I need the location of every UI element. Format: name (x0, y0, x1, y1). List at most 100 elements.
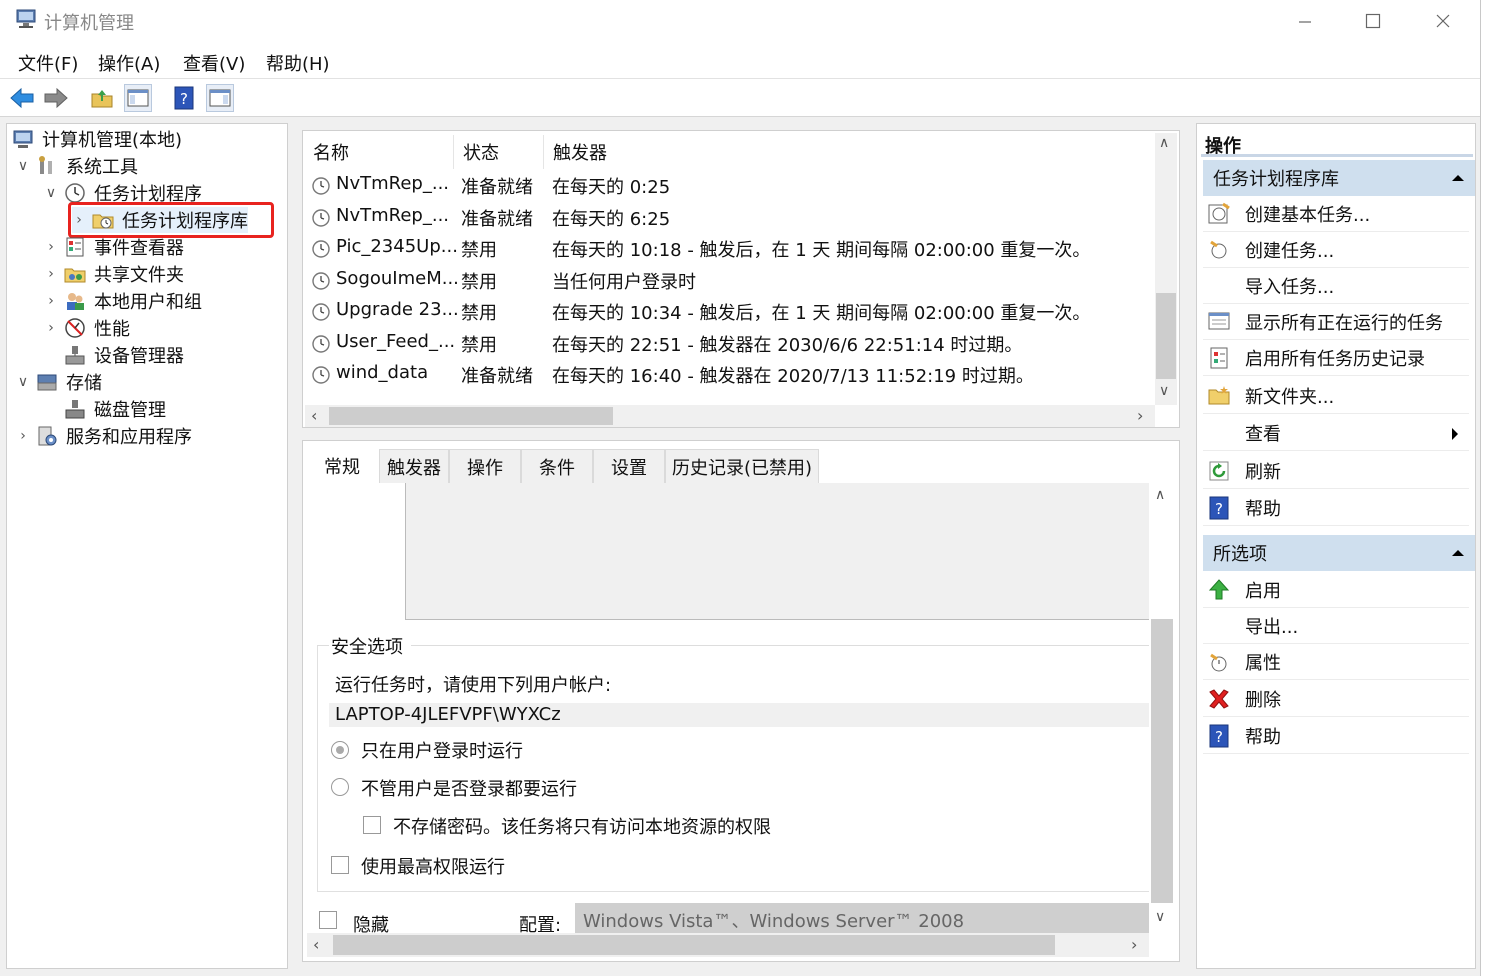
radio-run-only-logged-on[interactable] (331, 741, 349, 759)
tree-item-services-applications[interactable]: › 服务和应用程序 (16, 423, 192, 449)
task-trigger: 当任何用户登录时 (552, 272, 696, 293)
action-enable[interactable]: 启用 (1203, 572, 1469, 608)
action-export[interactable]: 导出... (1203, 608, 1469, 644)
maximize-button[interactable] (1350, 6, 1396, 36)
action-pane-icon (209, 89, 231, 107)
close-button[interactable] (1420, 6, 1466, 36)
table-row[interactable]: SogouImeM... 禁用 当任何用户登录时 (303, 265, 1153, 295)
table-row[interactable]: NvTmRep_... 准备就绪 在每天的 6:25 (303, 202, 1153, 232)
tree-item-performance[interactable]: › 性能 (44, 315, 130, 341)
chevron-right-icon[interactable]: › (44, 266, 58, 282)
scroll-down-icon[interactable]: ∨ (1159, 383, 1169, 399)
section-task-scheduler-library[interactable]: 任务计划程序库 (1203, 160, 1475, 196)
scrollbar-thumb[interactable] (329, 407, 613, 425)
tree-item-computer-management[interactable]: 计算机管理(本地) (12, 126, 182, 152)
tree-item-disk-management[interactable]: 磁盘管理 (64, 396, 166, 422)
chevron-right-icon[interactable]: › (44, 293, 58, 309)
security-options-title: 安全选项 (331, 637, 403, 658)
details-vertical-scrollbar[interactable]: ∧ ∨ (1149, 483, 1173, 933)
radio-run-whether-logged-on-label: 不管用户是否登录都要运行 (361, 779, 577, 800)
configure-for-select[interactable]: Windows Vista™、Windows Server™ 2008 (575, 903, 1149, 933)
action-create-basic-task[interactable]: 创建基本任务... (1203, 196, 1469, 232)
menu-view[interactable]: 查看(V) (183, 50, 245, 76)
chevron-right-icon[interactable]: › (16, 428, 30, 444)
scrollbar-thumb[interactable] (1151, 619, 1173, 903)
back-button[interactable] (8, 84, 36, 112)
action-help[interactable]: ? 帮助 (1203, 490, 1469, 526)
action-import-task[interactable]: 导入任务... (1203, 268, 1469, 304)
description-box[interactable] (405, 483, 1150, 620)
show-hide-action-pane-button[interactable] (206, 84, 234, 112)
scroll-up-icon[interactable]: ∧ (1159, 135, 1169, 151)
minimize-button[interactable] (1282, 6, 1328, 36)
chevron-right-icon[interactable]: › (44, 239, 58, 255)
column-header-trigger[interactable]: 触发器 (553, 139, 607, 165)
checkbox-hidden[interactable] (319, 911, 337, 929)
up-folder-button[interactable] (88, 84, 116, 112)
collapse-icon[interactable] (1451, 549, 1465, 557)
checkbox-highest-privileges[interactable] (331, 856, 349, 874)
help-toolbar-button[interactable]: ? (170, 84, 198, 112)
chevron-down-icon[interactable]: ∨ (16, 158, 30, 174)
menu-help[interactable]: 帮助(H) (266, 50, 330, 76)
tab-general[interactable]: 常规 (307, 449, 377, 483)
tree-item-system-tools[interactable]: ∨ 系统工具 (16, 153, 138, 179)
tab-history[interactable]: 历史记录(已禁用) (665, 449, 819, 483)
table-row[interactable]: NvTmRep_... 准备就绪 在每天的 0:25 (303, 170, 1153, 200)
action-new-folder[interactable]: 新文件夹... (1203, 378, 1469, 414)
task-clock-icon (312, 240, 330, 258)
running-tasks-icon (1208, 312, 1230, 329)
scroll-up-icon[interactable]: ∧ (1155, 487, 1165, 503)
tab-triggers[interactable]: 触发器 (379, 449, 449, 483)
tab-actions[interactable]: 操作 (449, 449, 521, 483)
tree-label: 磁盘管理 (94, 400, 166, 421)
scroll-right-icon[interactable]: › (1131, 935, 1137, 954)
scrollbar-thumb[interactable] (1156, 293, 1176, 379)
scroll-right-icon[interactable]: › (1137, 406, 1143, 425)
column-header-name[interactable]: 名称 (313, 139, 349, 165)
tree-item-storage[interactable]: ∨ 存储 (16, 369, 102, 395)
scroll-left-icon[interactable]: ‹ (313, 935, 319, 954)
action-enable-history[interactable]: 启用所有任务历史记录 (1203, 340, 1469, 376)
chevron-down-icon[interactable]: ∨ (44, 185, 58, 201)
menu-file[interactable]: 文件(F) (18, 50, 78, 76)
checkbox-do-not-store-password[interactable] (363, 816, 381, 834)
forward-button[interactable] (42, 84, 70, 112)
column-header-status[interactable]: 状态 (463, 139, 499, 165)
scrollbar-thumb[interactable] (333, 935, 1055, 955)
action-help-selected[interactable]: ? 帮助 (1203, 718, 1469, 754)
task-list-vertical-scrollbar[interactable]: ∧ ∨ (1155, 133, 1177, 405)
user-account-field[interactable]: LAPTOP-4JLEFVPF\WYXCz (329, 703, 1149, 727)
tab-settings[interactable]: 设置 (593, 449, 665, 483)
action-create-task[interactable]: 创建任务... (1203, 232, 1469, 268)
action-delete[interactable]: 删除 (1203, 681, 1469, 717)
action-view[interactable]: 查看 (1203, 415, 1469, 451)
details-horizontal-scrollbar[interactable]: ‹ › (307, 933, 1149, 957)
column-divider[interactable] (543, 135, 544, 169)
task-status: 准备就绪 (461, 209, 533, 230)
radio-run-whether-logged-on[interactable] (331, 778, 349, 796)
table-row[interactable]: Upgrade 23... 禁用 在每天的 10:34 - 触发后，在 1 天 … (303, 296, 1153, 326)
tree-item-event-viewer[interactable]: › 事件查看器 (44, 234, 184, 260)
chevron-down-icon[interactable]: ∨ (16, 374, 30, 390)
chevron-right-icon[interactable]: › (44, 320, 58, 336)
menu-action[interactable]: 操作(A) (98, 50, 160, 76)
table-row[interactable]: Pic_2345Up... 禁用 在每天的 10:18 - 触发后，在 1 天 … (303, 233, 1153, 263)
scroll-left-icon[interactable]: ‹ (311, 406, 317, 425)
tab-conditions[interactable]: 条件 (521, 449, 593, 483)
section-selected-item[interactable]: 所选项 (1203, 535, 1475, 571)
collapse-icon[interactable] (1451, 174, 1465, 182)
column-divider[interactable] (453, 135, 454, 169)
tree-item-local-users-groups[interactable]: › 本地用户和组 (44, 288, 202, 314)
tree-item-shared-folders[interactable]: › 共享文件夹 (44, 261, 184, 287)
tree-label: 本地用户和组 (94, 292, 202, 313)
scroll-down-icon[interactable]: ∨ (1155, 909, 1165, 925)
task-list-horizontal-scrollbar[interactable]: ‹ › (305, 405, 1155, 427)
action-display-running-tasks[interactable]: 显示所有正在运行的任务 (1203, 304, 1469, 340)
table-row[interactable]: wind_data 准备就绪 在每天的 16:40 - 触发器在 2020/7/… (303, 359, 1153, 389)
action-refresh[interactable]: 刷新 (1203, 453, 1469, 489)
show-hide-console-tree-button[interactable] (124, 84, 152, 112)
table-row[interactable]: User_Feed_... 禁用 在每天的 22:51 - 触发器在 2030/… (303, 328, 1153, 358)
tree-item-device-manager[interactable]: 设备管理器 (64, 342, 184, 368)
action-properties[interactable]: 属性 (1203, 644, 1469, 680)
